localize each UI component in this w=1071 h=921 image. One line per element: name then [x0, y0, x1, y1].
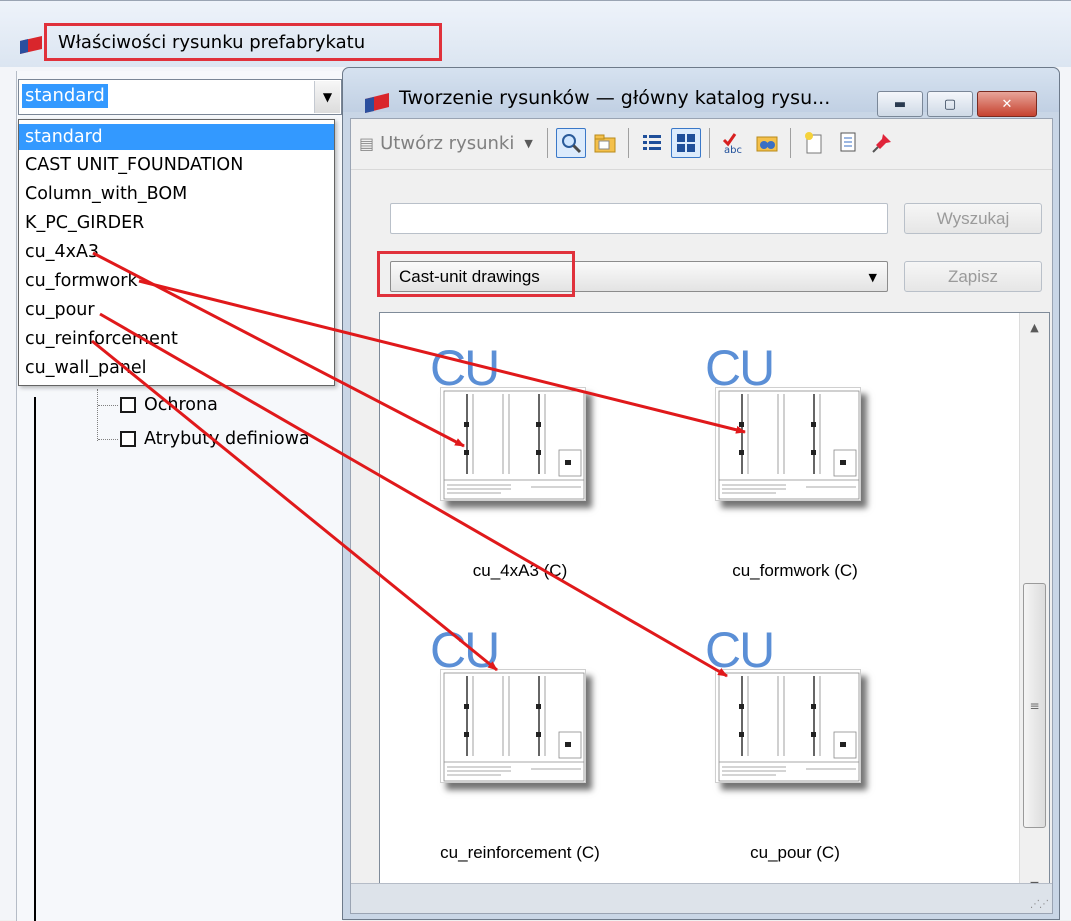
thumbnail-label: cu_pour (C)	[750, 843, 840, 862]
close-icon: ✕	[1001, 96, 1013, 112]
scroll-up-icon[interactable]: ▲	[1020, 313, 1049, 341]
folder-icon[interactable]	[590, 128, 620, 158]
search-button[interactable]: Wyszukaj	[904, 203, 1042, 234]
new-document-icon[interactable]	[799, 128, 829, 158]
dialog-content: ▤ Utwórz rysunki ▼ abc Wyszukaj Cast-uni…	[350, 118, 1053, 914]
cu-badge: CU	[705, 622, 775, 678]
thumbnail-cu_4xA3[interactable]: CU cu_4xA3 (C)	[420, 343, 630, 583]
checkbox[interactable]	[120, 431, 136, 447]
profile-dropdown-list: standard CAST UNIT_FOUNDATION Column_wit…	[18, 119, 335, 386]
drawing-preview	[440, 387, 586, 501]
maximize-icon: ▢	[943, 96, 957, 112]
drawing-preview	[440, 669, 586, 783]
status-bar: ⋰⋰	[351, 883, 1052, 913]
app-icon	[20, 36, 42, 54]
pin-icon[interactable]	[867, 128, 897, 158]
minimize-button[interactable]: ▬	[877, 91, 923, 117]
vertical-scrollbar[interactable]: ▲ ≡ ▼	[1019, 313, 1049, 899]
chevron-down-icon[interactable]: ▼	[524, 137, 532, 150]
drawing-sketch	[718, 390, 860, 500]
thumbnail-panel: CU cu_4xA3 (C) CU cu_formwork (C) CU cu_…	[379, 312, 1050, 900]
drawing-creation-dialog: Tworzenie rysunków — główny katalog rysu…	[342, 67, 1060, 920]
document-icon[interactable]	[833, 128, 863, 158]
app-icon	[365, 93, 389, 113]
thumbnail-cu_formwork[interactable]: CU cu_formwork (C)	[695, 343, 905, 583]
svg-text:abc: abc	[724, 145, 742, 155]
thumbnail-label: cu_formwork (C)	[732, 561, 858, 580]
drawing-sketch	[443, 672, 585, 782]
thumbnail-cu_reinforcement[interactable]: CU cu_reinforcement (C)	[420, 625, 630, 865]
dropdown-option[interactable]: CAST UNIT_FOUNDATION	[19, 152, 334, 178]
close-button[interactable]: ✕	[977, 91, 1037, 117]
dialog-title: Tworzenie rysunków — główny katalog rysu…	[399, 87, 831, 109]
thumbnail-label: cu_4xA3 (C)	[472, 561, 568, 580]
cu-badge: CU	[430, 622, 500, 678]
create-drawings-label: Utwórz rysunki	[380, 132, 515, 154]
dropdown-option[interactable]: cu_reinforcement	[19, 326, 334, 352]
drawing-sketch	[443, 390, 585, 500]
search-icon[interactable]	[555, 128, 586, 158]
profile-combobox[interactable]: standard ▼	[18, 79, 342, 115]
thumbnail-label: cu_reinforcement (C)	[440, 843, 600, 862]
dropdown-option[interactable]: cu_wall_panel	[19, 355, 334, 381]
toolbar-divider	[351, 169, 1052, 170]
toolbar: ▤ Utwórz rysunki ▼ abc	[359, 119, 1049, 167]
resize-grip-icon[interactable]: ⋰⋰	[1030, 899, 1049, 910]
scrollbar-grip: ≡	[1029, 698, 1040, 713]
folder-binoculars-icon[interactable]	[752, 128, 782, 158]
toolbar-separator	[546, 128, 548, 158]
tree-item-label: Ochrona	[144, 395, 218, 415]
thumbnail-cu_pour[interactable]: CU cu_pour (C)	[695, 625, 905, 865]
scrollbar-thumb[interactable]: ≡	[1023, 583, 1046, 828]
profile-combobox-value: standard	[22, 84, 108, 108]
minimize-icon: ▬	[893, 96, 907, 112]
chevron-down-icon[interactable]: ▼	[314, 81, 340, 113]
tree-item-label: Atrybuty definiowa	[144, 429, 310, 449]
cu-badge: CU	[705, 340, 775, 396]
catalog-highlight-box	[377, 251, 575, 297]
toolbar-separator	[789, 128, 791, 158]
tree-item-ochrona[interactable]: Ochrona	[98, 395, 218, 415]
dropdown-option[interactable]: cu_pour	[19, 297, 334, 323]
checkbox[interactable]	[120, 397, 136, 413]
chevron-down-icon[interactable]: ▼	[869, 271, 877, 284]
dropdown-option[interactable]: K_PC_GIRDER	[19, 210, 334, 236]
dropdown-option[interactable]: cu_formwork	[19, 268, 334, 294]
list-view-icon[interactable]	[637, 128, 667, 158]
drawing-preview	[715, 669, 861, 783]
dialog-title-bar[interactable]: Tworzenie rysunków — główny katalog rysu…	[343, 68, 1059, 117]
maximize-button[interactable]: ▢	[927, 91, 973, 117]
drawing-sketch	[718, 672, 860, 782]
dropdown-option[interactable]: standard	[19, 124, 334, 150]
create-drawings-button[interactable]: ▤ Utwórz rysunki ▼	[359, 133, 533, 154]
tree-border-line	[34, 397, 36, 921]
spellcheck-icon[interactable]: abc	[718, 128, 748, 158]
toolbar-separator	[708, 128, 710, 158]
cu-badge: CU	[430, 340, 500, 396]
dropdown-option[interactable]: cu_4xA3	[19, 239, 334, 265]
save-button[interactable]: Zapisz	[904, 261, 1042, 292]
dropdown-option[interactable]: Column_with_BOM	[19, 181, 334, 207]
title-highlight-box	[44, 23, 442, 61]
drawing-preview	[715, 387, 861, 501]
thumbnail-view-icon[interactable]	[670, 128, 701, 158]
search-input[interactable]	[390, 203, 888, 234]
toolbar-separator	[627, 128, 629, 158]
tree-item-atrybuty[interactable]: Atrybuty definiowa	[98, 429, 310, 449]
create-drawings-icon: ▤	[359, 133, 375, 153]
